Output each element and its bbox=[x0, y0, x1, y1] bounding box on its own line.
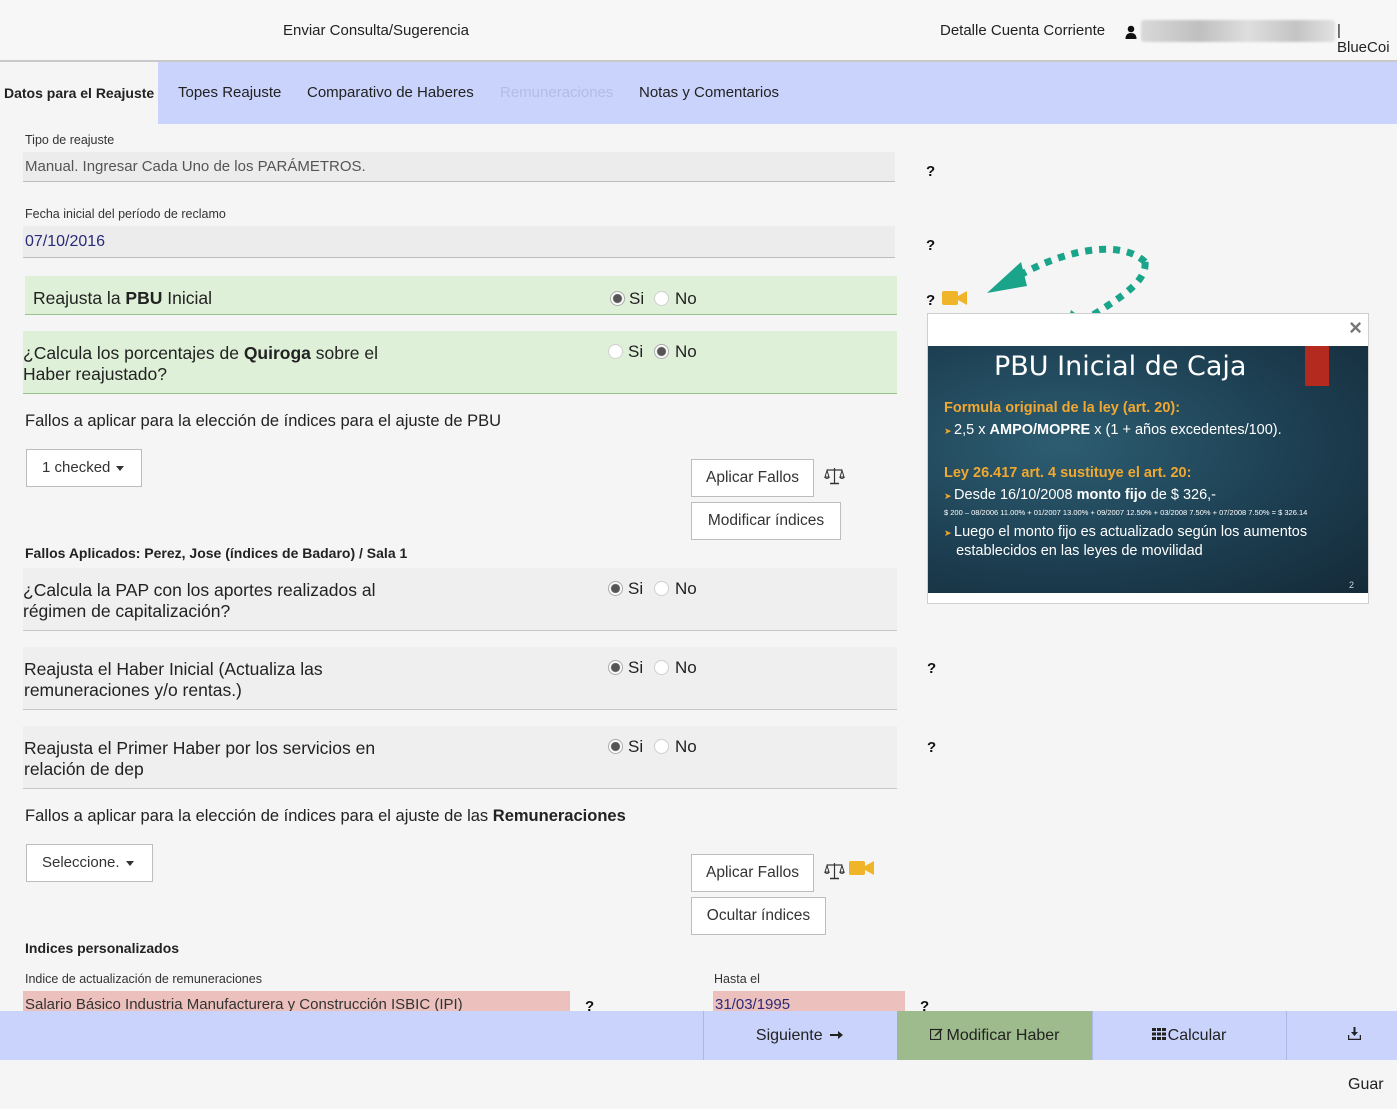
quiroga-question: ¿Calcula los porcentajes de Quiroga sobr… bbox=[23, 343, 379, 384]
fecha-inicial-label: Fecha inicial del período de reclamo bbox=[25, 207, 226, 221]
haber-inicial-row: Reajusta el Haber Inicial (Actualiza las… bbox=[23, 647, 897, 710]
help-icon[interactable]: ? bbox=[927, 660, 936, 677]
slide-title: PBU Inicial de Caja bbox=[994, 351, 1247, 382]
close-icon[interactable]: × bbox=[1349, 315, 1362, 341]
siguiente-button[interactable]: Siguiente bbox=[704, 1011, 896, 1060]
tab-topes-reajuste[interactable]: Topes Reajuste bbox=[178, 62, 281, 124]
help-icon[interactable]: ? bbox=[926, 292, 935, 309]
grid-icon bbox=[1151, 1011, 1166, 1060]
hasta-el-label: Hasta el bbox=[714, 972, 760, 986]
pap-si-label: Si bbox=[628, 579, 644, 598]
user-icon bbox=[1125, 25, 1137, 39]
slide-page-number: 2 bbox=[1348, 580, 1354, 590]
pap-no-radio[interactable] bbox=[654, 581, 669, 596]
balance-scale-icon[interactable] bbox=[824, 862, 845, 880]
primer-haber-question: Reajusta el Primer Haber por los servici… bbox=[24, 738, 376, 779]
bottom-action-bar: Siguiente Modificar Haber Calcular Guar bbox=[0, 1011, 1397, 1093]
pap-question: ¿Calcula la PAP con los aportes realizad… bbox=[23, 580, 376, 621]
primer-haber-no-label: No bbox=[675, 737, 697, 756]
video-camera-icon[interactable] bbox=[942, 290, 967, 306]
caret-down-icon bbox=[125, 860, 134, 866]
pbu-si-label: Si bbox=[629, 289, 645, 308]
tab-comparativo-haberes[interactable]: Comparativo de Haberes bbox=[307, 62, 474, 124]
indices-personalizados-heading: Indices personalizados bbox=[25, 940, 180, 956]
fallos-pbu-dropdown[interactable]: 1 checked bbox=[26, 449, 142, 487]
edit-icon bbox=[929, 1011, 943, 1060]
slide-heading-2: Ley 26.417 art. 4 sustituye el art. 20: bbox=[944, 465, 1192, 481]
fecha-inicial-input[interactable]: 07/10/2016 bbox=[23, 226, 895, 258]
reajusta-pbu-question: Reajusta la PBU Inicial bbox=[33, 288, 212, 308]
indice-actualizacion-label: Indice de actualización de remuneracione… bbox=[25, 972, 262, 986]
primer-haber-si-radio[interactable] bbox=[608, 739, 623, 754]
slide-bullet-2: ➤ Desde 16/10/2008 monto fijo de $ 326,- bbox=[944, 487, 1216, 503]
tab-notas-comentarios[interactable]: Notas y Comentarios bbox=[639, 62, 779, 124]
fallos-remuneraciones-dropdown[interactable]: Seleccione. bbox=[26, 844, 153, 882]
slide-heading-1: Formula original de la ley (art. 20): bbox=[944, 400, 1181, 416]
top-bar: Enviar Consulta/Sugerencia Detalle Cuent… bbox=[0, 0, 1397, 62]
video-preview-popup: × PBU Inicial de Caja Formula original d… bbox=[927, 313, 1369, 604]
help-icon[interactable]: ? bbox=[926, 237, 935, 254]
haber-inicial-question: Reajusta el Haber Inicial (Actualiza las… bbox=[24, 659, 323, 700]
haber-inicial-no-label: No bbox=[675, 658, 697, 677]
haber-inicial-si-radio[interactable] bbox=[608, 660, 623, 675]
tipo-reajuste-select[interactable]: Manual. Ingresar Cada Uno de los PARÁMET… bbox=[23, 152, 895, 182]
pap-row: ¿Calcula la PAP con los aportes realizad… bbox=[23, 568, 897, 631]
quiroga-no-radio[interactable] bbox=[654, 344, 669, 359]
caret-down-icon bbox=[116, 465, 125, 471]
arrow-right-icon bbox=[830, 1011, 844, 1060]
tipo-reajuste-label: Tipo de reajuste bbox=[25, 133, 115, 147]
tab-datos-reajuste[interactable]: Datos para el Reajuste bbox=[0, 62, 159, 124]
modificar-indices-button[interactable]: Modificar índices bbox=[691, 502, 841, 540]
download-icon bbox=[1347, 1011, 1362, 1060]
pbu-no-radio[interactable] bbox=[654, 291, 669, 306]
tab-remuneraciones[interactable]: Remuneraciones bbox=[500, 62, 613, 124]
fallos-pbu-label: Fallos a aplicar para la elección de índ… bbox=[25, 412, 502, 430]
primer-haber-row: Reajusta el Primer Haber por los servici… bbox=[23, 726, 897, 789]
guardar-button[interactable]: Guar bbox=[1347, 1011, 1397, 1093]
slide-image: PBU Inicial de Caja Formula original de … bbox=[928, 346, 1368, 593]
quiroga-no-label: No bbox=[675, 342, 697, 361]
calcular-button[interactable]: Calcular bbox=[1093, 1011, 1285, 1060]
slide-decoration bbox=[1305, 346, 1329, 386]
primer-haber-no-radio[interactable] bbox=[654, 739, 669, 754]
pbu-no-label: No bbox=[675, 289, 697, 308]
quiroga-si-radio[interactable] bbox=[608, 344, 623, 359]
primer-haber-si-label: Si bbox=[628, 737, 644, 756]
pbu-si-radio[interactable] bbox=[610, 291, 625, 306]
haber-inicial-no-radio[interactable] bbox=[654, 660, 669, 675]
balance-scale-icon[interactable] bbox=[824, 467, 845, 485]
reajusta-pbu-row: Reajusta la PBU Inicial Si No bbox=[25, 276, 897, 315]
fallos-remuneraciones-label: Fallos a aplicar para la elección de índ… bbox=[25, 807, 626, 825]
account-detail-link[interactable]: Detalle Cuenta Corriente bbox=[940, 22, 1105, 39]
help-icon[interactable]: ? bbox=[926, 163, 935, 180]
brand-name: | BlueCoi bbox=[1337, 22, 1390, 56]
video-camera-icon[interactable] bbox=[849, 860, 874, 876]
fallos-aplicados-text: Fallos Aplicados: Perez, Jose (índices d… bbox=[25, 545, 408, 561]
slide-formula: $ 200 – 08/2006 11.00% + 01/2007 13.00% … bbox=[944, 508, 1308, 517]
slide-bullet-3: ➤ Luego el monto fijo es actualizado seg… bbox=[944, 524, 1308, 559]
pap-si-radio[interactable] bbox=[608, 581, 623, 596]
send-query-link[interactable]: Enviar Consulta/Sugerencia bbox=[283, 22, 469, 39]
help-icon[interactable]: ? bbox=[927, 739, 936, 756]
quiroga-row: ¿Calcula los porcentajes de Quiroga sobr… bbox=[23, 331, 897, 394]
tab-bar: Datos para el Reajuste Topes Reajuste Co… bbox=[0, 62, 1397, 124]
haber-inicial-si-label: Si bbox=[628, 658, 644, 677]
aplicar-fallos-remuneraciones-button[interactable]: Aplicar Fallos bbox=[691, 854, 814, 892]
aplicar-fallos-button[interactable]: Aplicar Fallos bbox=[691, 459, 814, 497]
quiroga-si-label: Si bbox=[628, 342, 644, 361]
user-name-redacted bbox=[1141, 20, 1335, 42]
slide-bullet-1: ➤ 2,5 x AMPO/MOPRE x (1 + años excedente… bbox=[944, 422, 1282, 438]
pap-no-label: No bbox=[675, 579, 697, 598]
divider bbox=[1286, 1011, 1287, 1060]
modificar-haber-button[interactable]: Modificar Haber bbox=[897, 1011, 1092, 1060]
ocultar-indices-button[interactable]: Ocultar índices bbox=[691, 897, 826, 935]
